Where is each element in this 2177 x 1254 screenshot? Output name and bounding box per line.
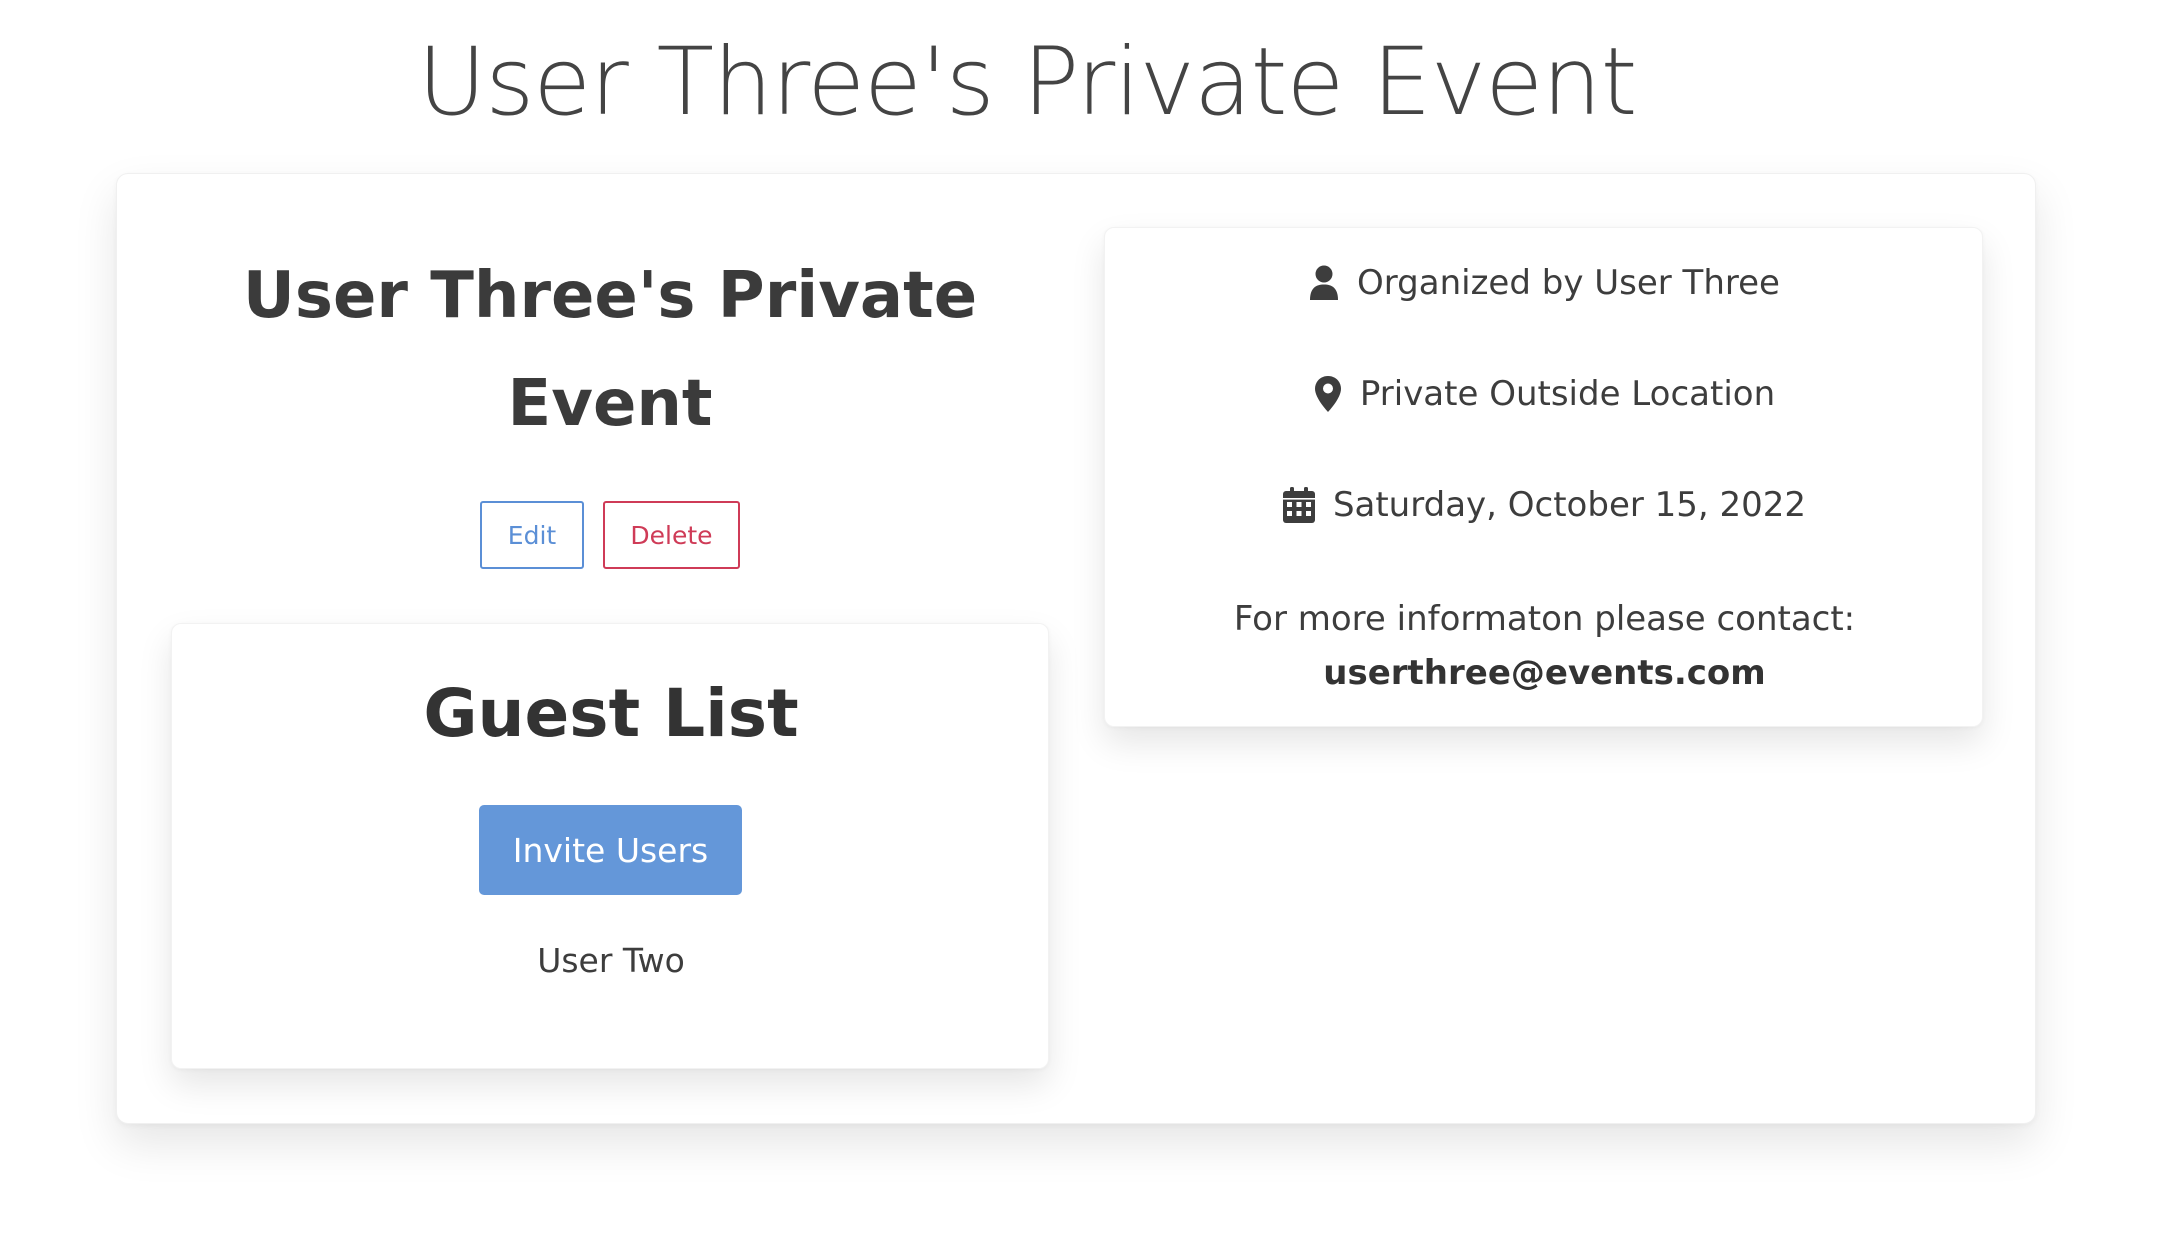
guest-list-item: User Two	[537, 941, 685, 980]
map-marker-icon	[1314, 375, 1342, 413]
organizer-row: Organized by User Three	[1105, 258, 1984, 308]
contact-info: For more informaton please contact: user…	[1105, 592, 1984, 700]
date-row: Saturday, October 15, 2022	[1105, 480, 1984, 530]
guest-list-card: Guest List Invite Users User Two	[171, 623, 1049, 1069]
organizer-text: Organized by User Three	[1357, 263, 1780, 303]
event-title: User Three's Private Event	[242, 259, 978, 441]
contact-email: userthree@events.com	[1323, 653, 1766, 693]
event-details-card: Organized by User Three Private Outside …	[1104, 227, 1983, 727]
location-text: Private Outside Location	[1359, 374, 1776, 414]
guest-list-heading: Guest List	[423, 675, 799, 752]
delete-button[interactable]: Delete	[603, 501, 740, 569]
contact-text: For more informaton please contact:	[1233, 599, 1856, 639]
date-text: Saturday, October 15, 2022	[1332, 485, 1807, 525]
location-row: Private Outside Location	[1105, 369, 1984, 419]
event-card: User Three's Private Event Edit Delete G…	[116, 173, 2036, 1124]
event-actions: Edit Delete	[171, 501, 1049, 569]
guest-list: User Two	[172, 938, 1050, 984]
user-icon	[1309, 265, 1339, 301]
calendar-icon	[1282, 487, 1315, 523]
invite-users-button[interactable]: Invite Users	[479, 805, 742, 895]
edit-button[interactable]: Edit	[480, 501, 584, 569]
page-title: User Three's Private Event	[417, 28, 1638, 137]
